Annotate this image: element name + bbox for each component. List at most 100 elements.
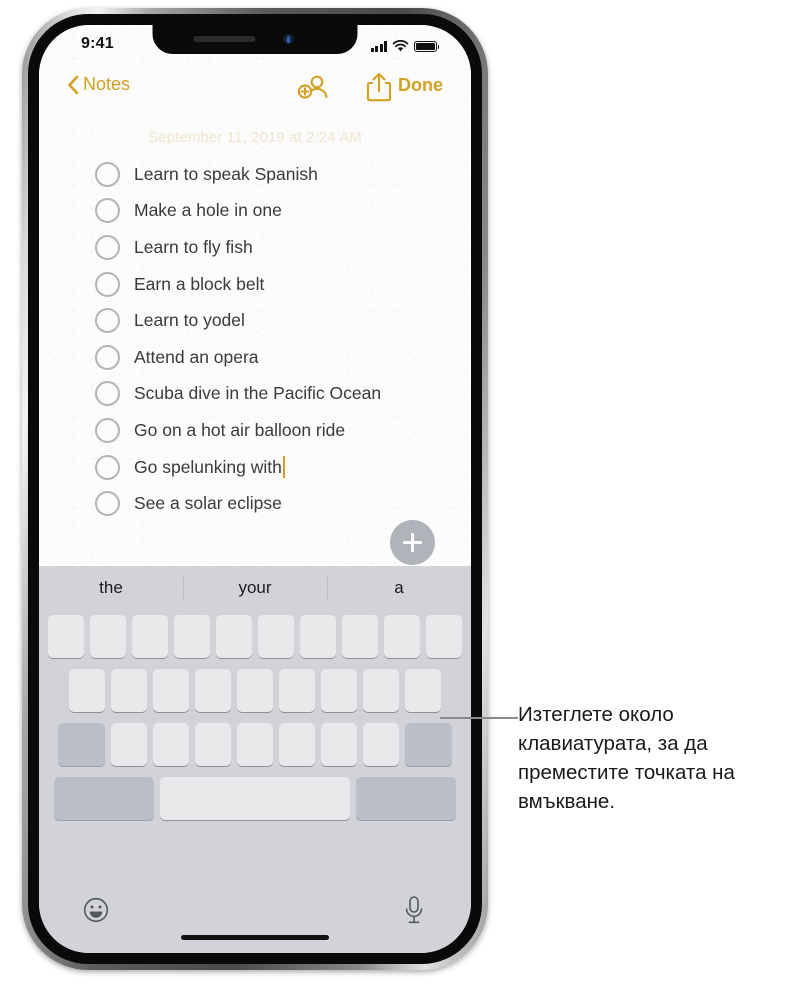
done-button[interactable]: Done (398, 75, 443, 96)
letter-key[interactable] (363, 723, 399, 766)
checklist-item[interactable]: Attend an opera (39, 339, 471, 376)
callout-text: Изтеглете около клавиатурата, за да прем… (518, 703, 735, 813)
checklist-item-label: Learn to fly fish (134, 236, 253, 257)
home-indicator[interactable] (181, 935, 329, 940)
microphone-icon (405, 896, 423, 924)
checklist-item-label: Go on a hot air balloon ride (134, 419, 346, 440)
letter-key[interactable] (321, 723, 357, 766)
status-bar-time: 9:41 (81, 35, 114, 52)
numbers-key[interactable] (54, 777, 154, 820)
emoji-key[interactable] (83, 897, 109, 928)
letter-key[interactable] (111, 669, 147, 712)
keyboard-row-1 (39, 615, 471, 658)
letter-key[interactable] (426, 615, 462, 658)
letter-key[interactable] (69, 669, 105, 712)
suggestion-item[interactable]: your (183, 578, 327, 598)
checkbox-circle-icon[interactable] (95, 381, 120, 407)
checkbox-circle-icon[interactable] (95, 491, 120, 517)
letter-key[interactable] (216, 615, 252, 658)
status-bar-indicators (370, 38, 440, 52)
suggestion-divider (326, 577, 328, 599)
checklist-item[interactable]: Learn to fly fish (39, 229, 471, 266)
checkbox-circle-icon[interactable] (95, 234, 120, 260)
checkbox-circle-icon[interactable] (95, 161, 120, 187)
letter-key[interactable] (48, 615, 84, 658)
device-bezel: 9:41 Notes Done September 11, 2019 at 2:… (28, 14, 482, 964)
suggestion-item[interactable]: a (327, 578, 471, 598)
dictation-key[interactable] (403, 895, 425, 930)
checklist-item-label: Earn a block belt (134, 273, 265, 294)
emoji-smiley-icon (83, 897, 109, 923)
checklist-item[interactable]: Go on a hot air balloon ride (39, 412, 471, 449)
keyboard-row-2 (39, 669, 471, 712)
add-person-icon (297, 75, 328, 99)
letter-key[interactable] (300, 615, 336, 658)
space-key[interactable] (160, 777, 350, 820)
back-to-notes-button[interactable]: Notes (67, 74, 130, 95)
checklist-item-label: Scuba dive in the Pacific Ocean (134, 383, 382, 404)
wifi-icon (392, 40, 409, 52)
battery-icon (414, 40, 440, 52)
shift-key[interactable] (58, 723, 105, 766)
keyboard-row-3 (39, 723, 471, 766)
note-checklist: Learn to speak Spanish Make a hole in one… (39, 156, 471, 522)
letter-key[interactable] (237, 723, 273, 766)
callout-leader-line (440, 717, 518, 719)
letter-key[interactable] (363, 669, 399, 712)
letter-key[interactable] (153, 723, 189, 766)
letter-key[interactable] (174, 615, 210, 658)
letter-key[interactable] (195, 723, 231, 766)
share-button[interactable] (366, 71, 392, 108)
collaborate-button[interactable] (297, 73, 329, 106)
front-camera-icon (283, 34, 293, 44)
checklist-item-label: Make a hole in one (134, 200, 282, 221)
letter-key[interactable] (405, 669, 441, 712)
chevron-left-icon (68, 75, 79, 94)
letter-key[interactable] (237, 669, 273, 712)
checklist-item-label: Learn to speak Spanish (134, 163, 318, 184)
earpiece-speaker-icon (193, 36, 255, 42)
checklist-item-label: Go spelunking with (134, 456, 286, 479)
checklist-item-label: See a solar eclipse (134, 493, 282, 514)
add-item-button[interactable] (390, 520, 435, 565)
letter-key[interactable] (279, 669, 315, 712)
checkbox-circle-icon[interactable] (95, 344, 120, 370)
keyboard-row-4 (39, 777, 471, 820)
checkbox-circle-icon[interactable] (95, 271, 120, 297)
suggestion-divider (182, 577, 184, 599)
delete-key[interactable] (405, 723, 452, 766)
letter-key[interactable] (321, 669, 357, 712)
checkbox-circle-icon[interactable] (95, 308, 120, 334)
letter-key[interactable] (111, 723, 147, 766)
checklist-item[interactable]: Earn a block belt (39, 266, 471, 303)
checklist-item-label: Attend an opera (134, 346, 259, 367)
checklist-item[interactable]: Go spelunking with (39, 449, 471, 486)
letter-key[interactable] (258, 615, 294, 658)
letter-key[interactable] (90, 615, 126, 658)
suggestion-item[interactable]: the (39, 578, 183, 598)
letter-key[interactable] (153, 669, 189, 712)
navigation-bar: Notes Done (39, 65, 471, 109)
back-button-label: Notes (83, 74, 131, 94)
letter-key[interactable] (342, 615, 378, 658)
signal-bars-icon (370, 41, 387, 52)
checklist-item[interactable]: See a solar eclipse (39, 485, 471, 522)
checkbox-circle-icon[interactable] (95, 417, 120, 443)
device-screen: 9:41 Notes Done September 11, 2019 at 2:… (39, 25, 471, 953)
notch (152, 25, 358, 54)
letter-key[interactable] (132, 615, 168, 658)
share-icon (366, 72, 392, 102)
checklist-item[interactable]: Scuba dive in the Pacific Ocean (39, 376, 471, 413)
checklist-item[interactable]: Learn to yodel (39, 302, 471, 339)
letter-key[interactable] (279, 723, 315, 766)
predictive-suggestion-bar: the your a (39, 566, 471, 610)
checkbox-circle-icon[interactable] (95, 454, 120, 480)
return-key[interactable] (356, 777, 456, 820)
checklist-item[interactable]: Make a hole in one (39, 193, 471, 230)
letter-key[interactable] (384, 615, 420, 658)
checklist-item-label: Learn to yodel (134, 310, 245, 331)
checkbox-circle-icon[interactable] (95, 198, 120, 224)
checklist-item[interactable]: Learn to speak Spanish (39, 156, 471, 193)
letter-key[interactable] (195, 669, 231, 712)
on-screen-keyboard[interactable]: the your a (39, 566, 471, 953)
